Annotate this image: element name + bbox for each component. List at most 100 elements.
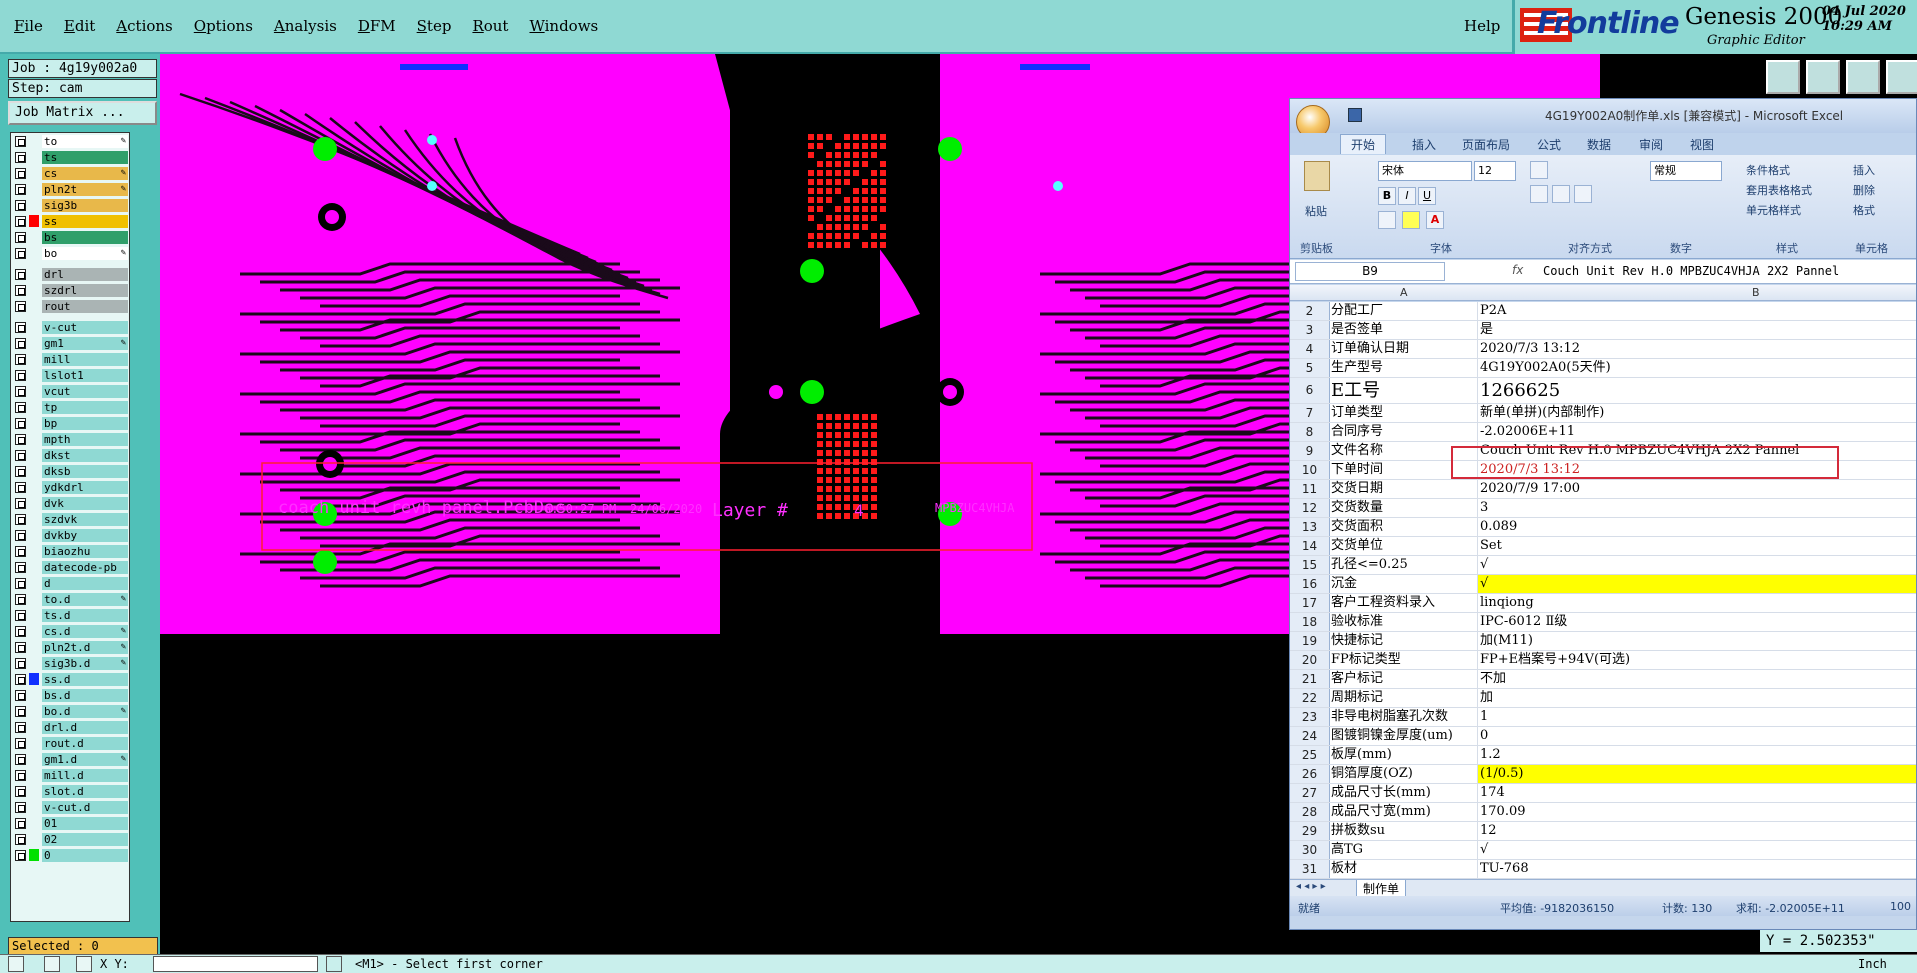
layer-name[interactable]: 0 bbox=[42, 848, 128, 862]
cell-a[interactable]: 订单类型 bbox=[1330, 404, 1478, 422]
cell-a[interactable]: 板厚(mm) bbox=[1330, 746, 1478, 764]
layer-color-swatch[interactable] bbox=[29, 705, 39, 717]
layer-checkbox[interactable] bbox=[15, 215, 26, 227]
layer-name[interactable]: datecode-pb bbox=[42, 560, 128, 574]
cell-style-button[interactable]: 单元格样式 bbox=[1746, 202, 1801, 218]
cell-a[interactable]: 订单确认日期 bbox=[1330, 340, 1478, 358]
layer-row[interactable]: bp bbox=[11, 415, 129, 431]
layer-row[interactable]: datecode-pb bbox=[11, 559, 129, 575]
cell-b[interactable]: FP+E档案号+94V(可选) bbox=[1478, 651, 1916, 669]
row-number[interactable]: 16 bbox=[1290, 575, 1330, 593]
layer-color-swatch[interactable] bbox=[29, 151, 39, 163]
layer-color-swatch[interactable] bbox=[29, 231, 39, 243]
cell-b[interactable]: 新单(单拼)(内部制作) bbox=[1478, 404, 1916, 422]
layer-color-swatch[interactable] bbox=[29, 737, 39, 749]
layer-color-swatch[interactable] bbox=[29, 268, 39, 280]
layer-name[interactable]: szdvk bbox=[42, 512, 128, 526]
border-icon[interactable] bbox=[1378, 211, 1396, 229]
cell-b[interactable]: 1.2 bbox=[1478, 746, 1916, 764]
cell-a[interactable]: 合同序号 bbox=[1330, 423, 1478, 441]
fx-icon[interactable]: fx bbox=[1512, 263, 1523, 277]
home-icon[interactable] bbox=[1846, 60, 1880, 94]
tab-formulas[interactable]: 公式 bbox=[1537, 136, 1561, 153]
row-number[interactable]: 21 bbox=[1290, 670, 1330, 688]
cell-a[interactable]: 验收标准 bbox=[1330, 613, 1478, 631]
layer-name[interactable]: d bbox=[42, 576, 128, 590]
row-number[interactable]: 13 bbox=[1290, 518, 1330, 536]
cell-a[interactable]: 成品尺寸宽(mm) bbox=[1330, 803, 1478, 821]
row-number[interactable]: 26 bbox=[1290, 765, 1330, 783]
menu-windows[interactable]: Windows bbox=[529, 17, 598, 35]
col-header-b[interactable]: B bbox=[1752, 286, 1760, 299]
layer-checkbox[interactable] bbox=[15, 689, 26, 701]
row-number[interactable]: 24 bbox=[1290, 727, 1330, 745]
cell-a[interactable]: E工号 bbox=[1330, 378, 1478, 403]
layer-row[interactable]: szdrl bbox=[11, 282, 129, 298]
layer-row[interactable]: tp bbox=[11, 399, 129, 415]
cell-a[interactable]: 交货数量 bbox=[1330, 499, 1478, 517]
cell-a[interactable]: 分配工厂 bbox=[1330, 302, 1478, 320]
layer-name[interactable]: slot.d bbox=[42, 784, 128, 798]
layer-row[interactable]: gm1.d ✎ bbox=[11, 751, 129, 767]
layer-checkbox[interactable] bbox=[15, 449, 26, 461]
layer-row[interactable]: 02 bbox=[11, 831, 129, 847]
row-number[interactable]: 7 bbox=[1290, 404, 1330, 422]
layer-color-swatch[interactable] bbox=[29, 300, 39, 312]
name-box[interactable]: B9 bbox=[1295, 262, 1445, 281]
layer-color-swatch[interactable] bbox=[29, 849, 39, 861]
font-color-icon[interactable]: A bbox=[1426, 211, 1444, 229]
font-size-select[interactable]: 12 bbox=[1474, 161, 1516, 181]
layer-color-swatch[interactable] bbox=[29, 577, 39, 589]
cell-a[interactable]: 客户工程资料录入 bbox=[1330, 594, 1478, 612]
status-zoom[interactable]: 100 bbox=[1890, 900, 1911, 913]
align-left-icon[interactable] bbox=[1530, 185, 1548, 203]
layer-name[interactable]: ts.d bbox=[42, 608, 128, 622]
tab-home[interactable]: 开始 bbox=[1340, 134, 1387, 154]
cell-a[interactable]: 非导电树脂塞孔次数 bbox=[1330, 708, 1478, 726]
tab-view[interactable]: 视图 bbox=[1690, 136, 1714, 153]
cell-b[interactable]: 1 bbox=[1478, 708, 1916, 726]
layer-row[interactable]: drl.d bbox=[11, 719, 129, 735]
italic-button[interactable]: I bbox=[1398, 187, 1416, 205]
layer-row[interactable]: bs.d bbox=[11, 687, 129, 703]
cell-a[interactable]: 拼板数su bbox=[1330, 822, 1478, 840]
cell-b[interactable]: 170.09 bbox=[1478, 803, 1916, 821]
layer-checkbox[interactable] bbox=[15, 833, 26, 845]
layer-checkbox[interactable] bbox=[15, 769, 26, 781]
layer-name[interactable]: drl bbox=[42, 267, 128, 281]
row-number[interactable]: 19 bbox=[1290, 632, 1330, 650]
layer-checkbox[interactable] bbox=[15, 353, 26, 365]
cell-a[interactable]: 周期标记 bbox=[1330, 689, 1478, 707]
layer-color-swatch[interactable] bbox=[29, 833, 39, 845]
sheet-grid[interactable]: 2 分配工厂 P2A 3 是否签单是 4 订单确认日期 2020/7/3 13:12 5 生产型号… bbox=[1290, 302, 1916, 879]
layer-row[interactable]: ts bbox=[11, 149, 129, 165]
cell-b[interactable]: √ bbox=[1478, 556, 1916, 574]
layer-row[interactable]: cs.d ✎ bbox=[11, 623, 129, 639]
layer-row[interactable]: ts.d bbox=[11, 607, 129, 623]
layer-row[interactable]: vcut bbox=[11, 383, 129, 399]
layer-name[interactable]: drl.d bbox=[42, 720, 128, 734]
layer-color-swatch[interactable] bbox=[29, 247, 39, 259]
cell-b[interactable]: linqiong bbox=[1478, 594, 1916, 612]
layer-row[interactable]: mill.d bbox=[11, 767, 129, 783]
layer-color-swatch[interactable] bbox=[29, 417, 39, 429]
layer-checkbox[interactable] bbox=[15, 135, 26, 147]
cell-b[interactable]: 1266625 bbox=[1478, 378, 1916, 403]
layer-checkbox[interactable] bbox=[15, 321, 26, 333]
layer-color-swatch[interactable] bbox=[29, 465, 39, 477]
row-number[interactable]: 23 bbox=[1290, 708, 1330, 726]
layer-color-swatch[interactable] bbox=[29, 167, 39, 179]
layer-name[interactable]: rout.d bbox=[42, 736, 128, 750]
zoom-tool-icon[interactable] bbox=[8, 956, 24, 972]
layer-color-swatch[interactable] bbox=[29, 215, 39, 227]
layer-checkbox[interactable] bbox=[15, 183, 26, 195]
layer-checkbox[interactable] bbox=[15, 151, 26, 163]
layer-color-swatch[interactable] bbox=[29, 369, 39, 381]
layer-row[interactable]: 0 bbox=[11, 847, 129, 863]
layer-row[interactable]: dksb bbox=[11, 463, 129, 479]
layer-checkbox[interactable] bbox=[15, 199, 26, 211]
layer-row[interactable]: v-cut.d bbox=[11, 799, 129, 815]
layer-name[interactable]: dvk bbox=[42, 496, 128, 510]
cell-b[interactable]: 加 bbox=[1478, 689, 1916, 707]
layer-color-swatch[interactable] bbox=[29, 545, 39, 557]
